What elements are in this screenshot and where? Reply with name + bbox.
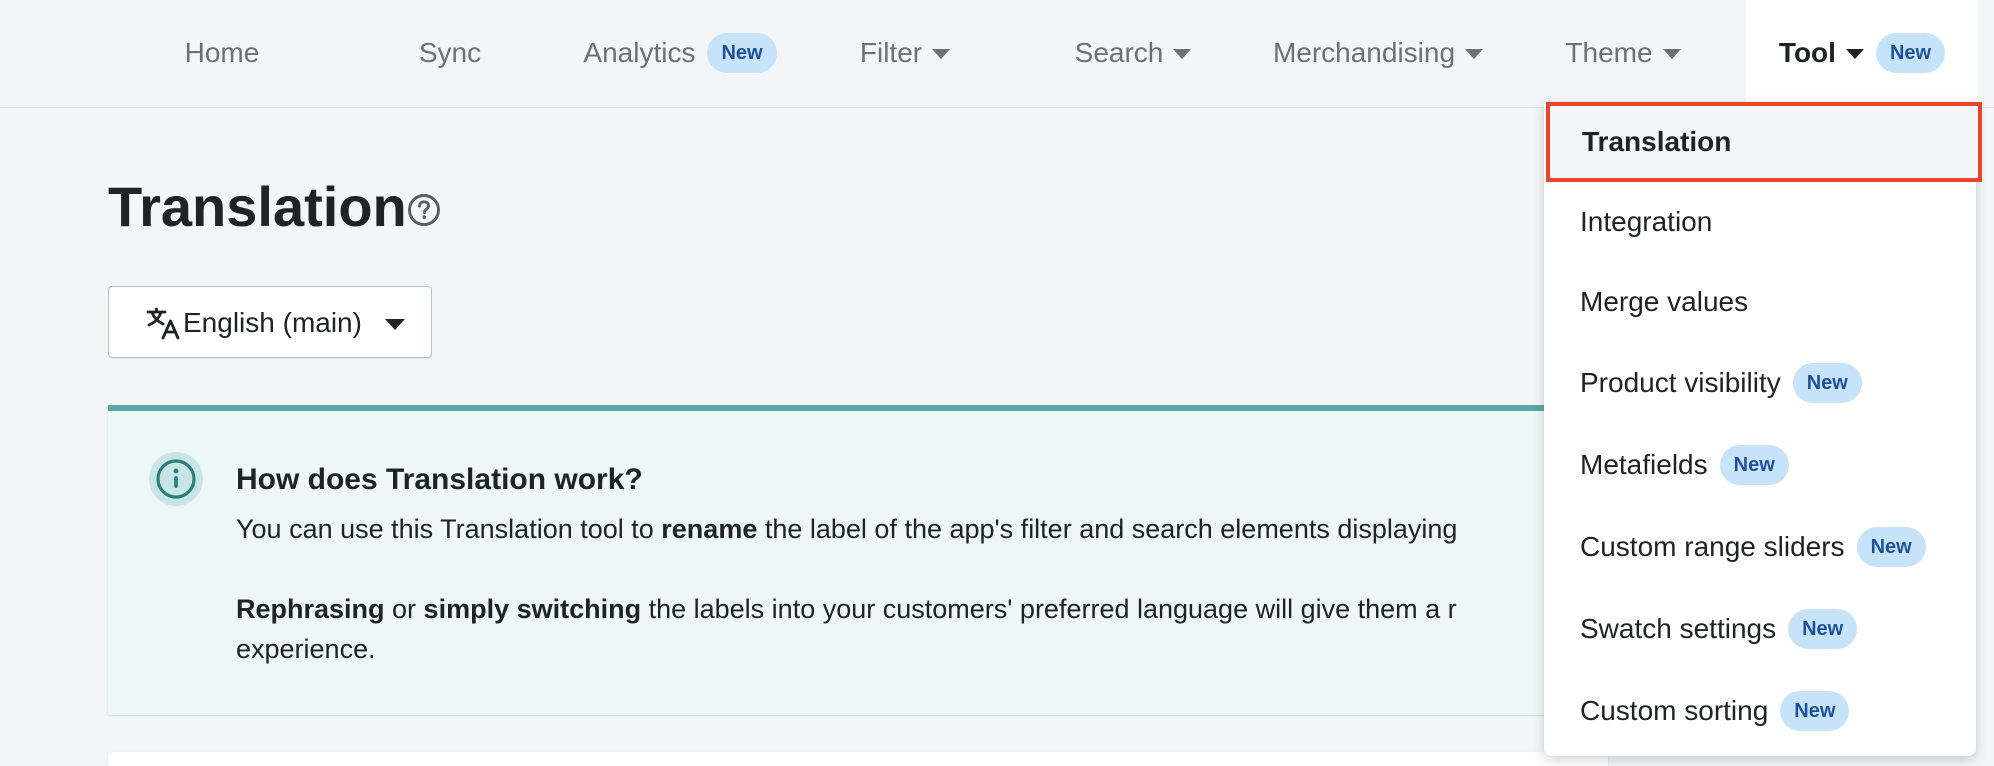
menu-item-label: Custom sorting — [1580, 695, 1769, 726]
language-select-value: English (main) — [183, 307, 362, 338]
info-circle-icon — [149, 452, 203, 506]
banner-text: You can use this Translation tool to ren… — [236, 509, 1596, 669]
nav-sync-label: Sync — [418, 37, 482, 68]
new-badge: New — [1792, 363, 1862, 403]
nav-home[interactable]: Home — [140, 0, 304, 106]
page-title: Translation — [108, 175, 407, 238]
menu-item-translation[interactable]: Translation — [1546, 102, 1982, 182]
nav-analytics-new-badge: New — [707, 33, 777, 73]
nav-analytics[interactable]: Analytics New — [564, 0, 796, 106]
tool-dropdown-menu: Translation Integration Merge values Pro… — [1544, 102, 1982, 756]
content-card — [108, 752, 1608, 766]
banner-title: How does Translation work? — [236, 463, 643, 496]
menu-item-product-visibility[interactable]: Product visibility New — [1544, 343, 1976, 423]
chevron-down-icon — [385, 319, 405, 330]
nav-search[interactable]: Search — [1060, 0, 1206, 106]
new-badge: New — [1788, 609, 1858, 649]
menu-item-label: Product visibility — [1580, 367, 1781, 398]
chevron-down-icon — [1662, 49, 1681, 59]
menu-item-merge-values[interactable]: Merge values — [1544, 262, 1976, 342]
translate-icon — [146, 307, 180, 340]
menu-item-custom-range-sliders[interactable]: Custom range sliders New — [1544, 507, 1976, 587]
new-badge: New — [1780, 691, 1850, 731]
menu-item-swatch-settings[interactable]: Swatch settings New — [1544, 589, 1976, 669]
menu-item-label: Custom range sliders — [1580, 531, 1845, 562]
chevron-down-icon — [1845, 49, 1864, 59]
chevron-down-icon — [1465, 49, 1484, 59]
nav-sync[interactable]: Sync — [374, 0, 526, 106]
banner-line-3: experience. — [236, 634, 376, 664]
nav-merchandising-label: Merchandising — [1272, 37, 1456, 68]
nav-theme-label: Theme — [1565, 37, 1653, 68]
nav-merchandising[interactable]: Merchandising — [1262, 0, 1494, 106]
nav-theme[interactable]: Theme — [1548, 0, 1698, 106]
banner-line-2: Rephrasing or simply switching the label… — [236, 594, 1457, 624]
menu-item-label: Translation — [1582, 126, 1732, 157]
language-select[interactable]: English (main) — [108, 286, 432, 358]
nav-search-label: Search — [1074, 37, 1164, 68]
nav-filter[interactable]: Filter — [840, 0, 970, 106]
new-badge: New — [1856, 527, 1926, 567]
info-banner: How does Translation work? You can use t… — [108, 405, 1608, 715]
menu-item-label: Swatch settings — [1580, 613, 1777, 644]
nav-filter-label: Filter — [859, 37, 923, 68]
chevron-down-icon — [932, 49, 951, 59]
question-circle-icon[interactable] — [406, 192, 442, 228]
top-navigation: Home Sync Analytics New Filter Search Me… — [0, 0, 1994, 108]
menu-item-metafields[interactable]: Metafields New — [1544, 425, 1976, 505]
nav-tool-new-badge: New — [1875, 33, 1946, 73]
new-badge: New — [1719, 445, 1789, 485]
menu-item-label: Merge values — [1580, 286, 1749, 317]
nav-home-label: Home — [184, 37, 260, 68]
banner-line-1: You can use this Translation tool to ren… — [236, 514, 1458, 544]
menu-item-label: Metafields — [1580, 449, 1708, 480]
menu-item-custom-sorting[interactable]: Custom sorting New — [1544, 671, 1976, 751]
nav-analytics-label: Analytics — [583, 37, 696, 68]
nav-tool-label: Tool — [1778, 37, 1836, 68]
menu-item-integration[interactable]: Integration — [1544, 182, 1976, 262]
nav-tool[interactable]: Tool New — [1746, 0, 1978, 106]
menu-item-label: Integration — [1580, 206, 1713, 237]
chevron-down-icon — [1173, 49, 1192, 59]
